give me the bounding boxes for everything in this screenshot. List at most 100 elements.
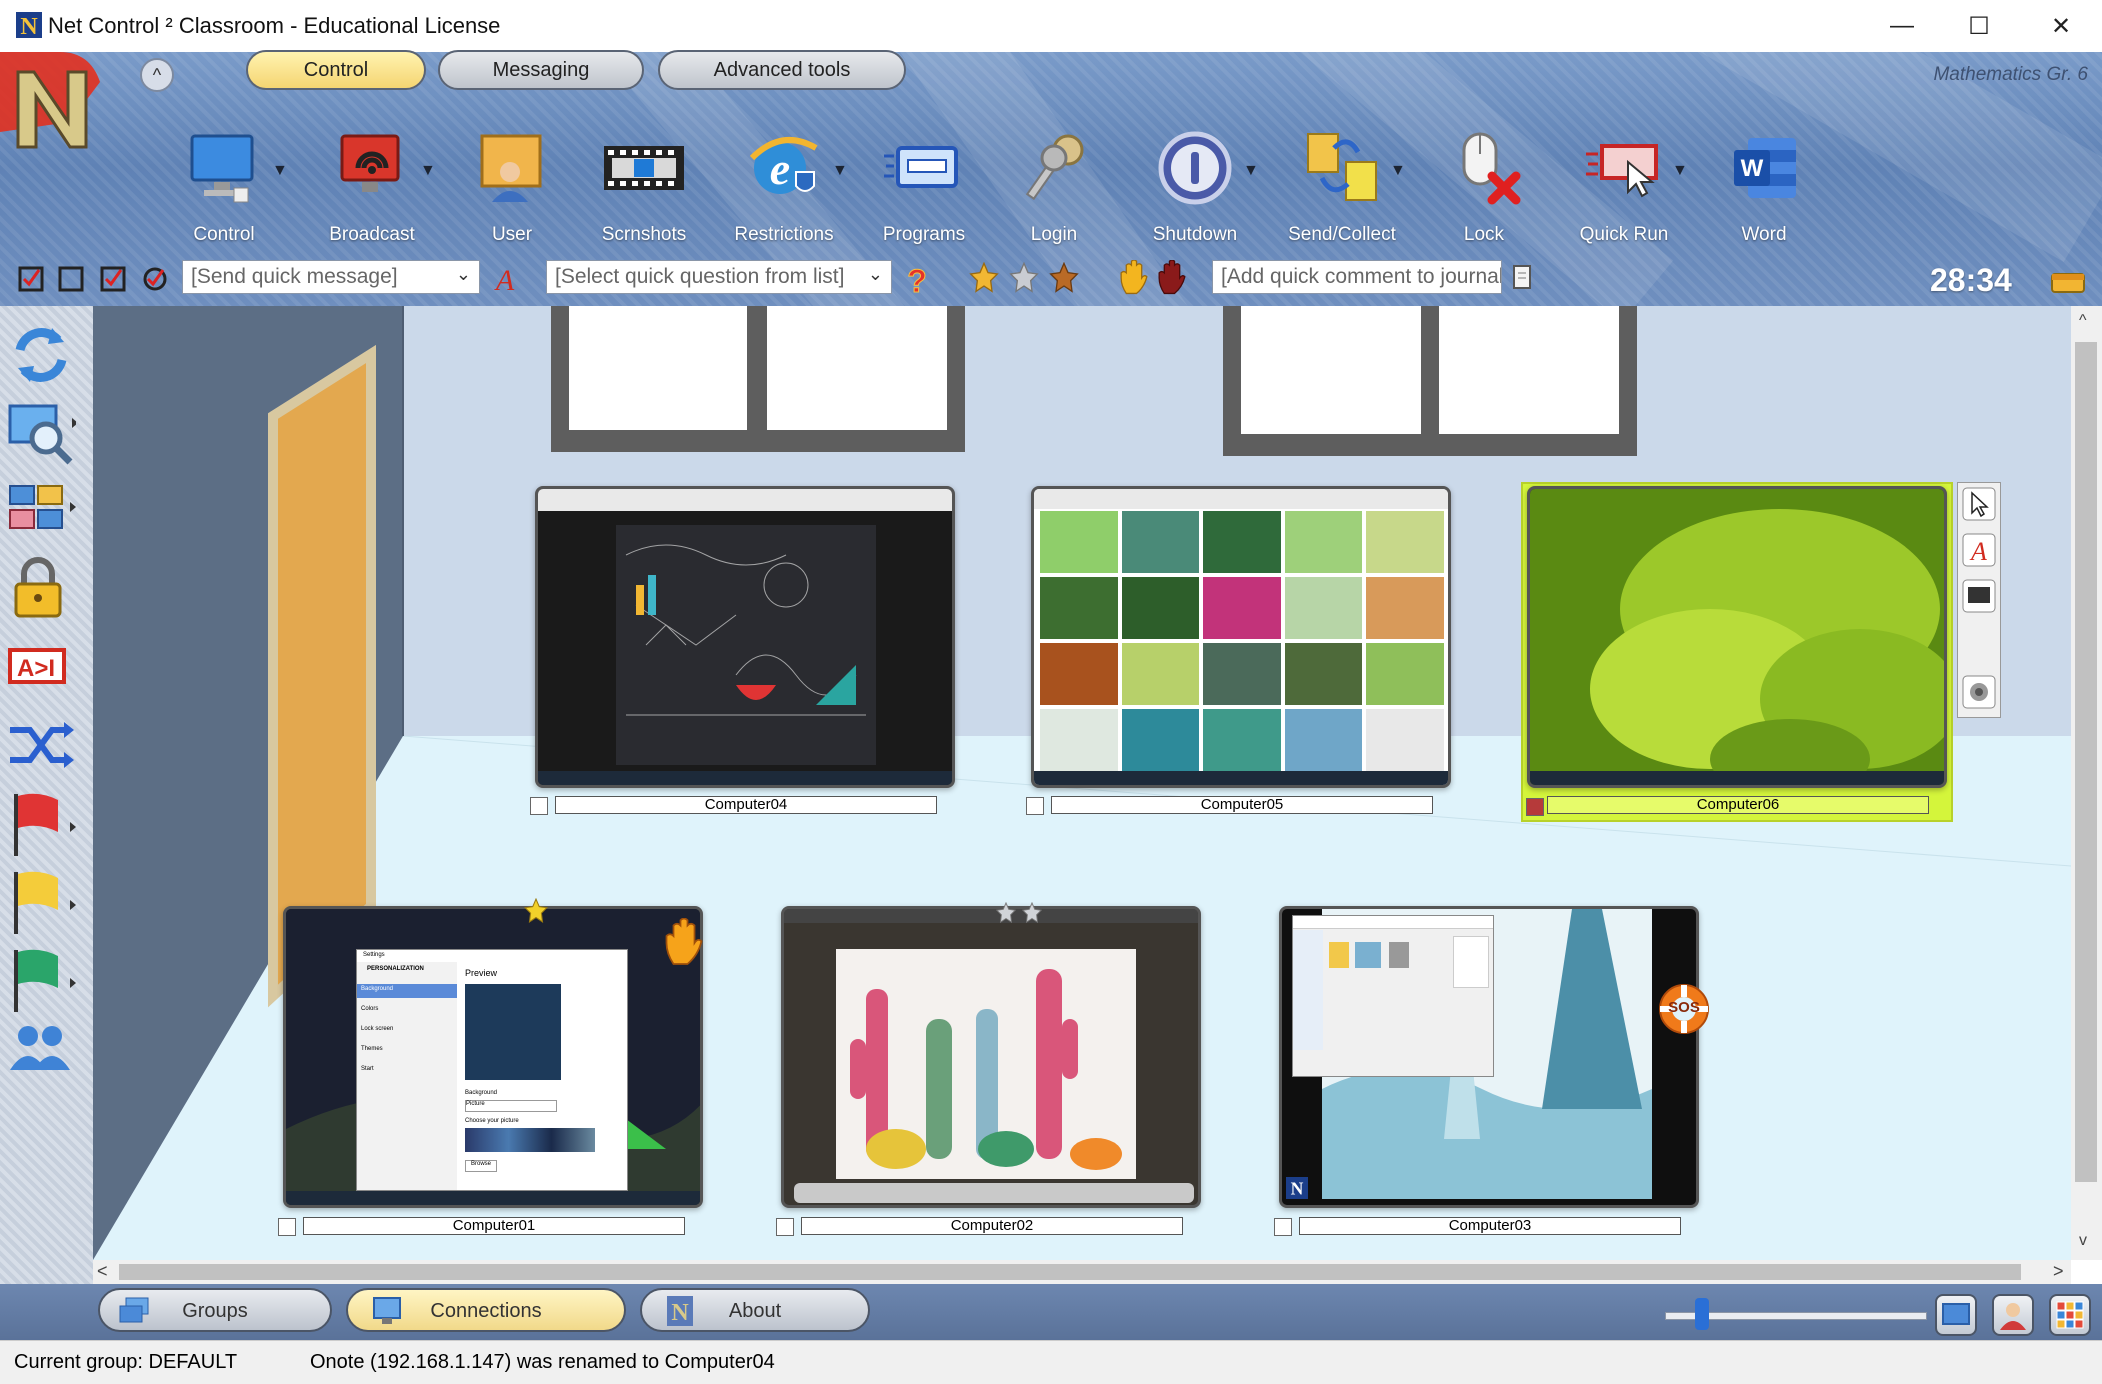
computer06-side-toolbar: A <box>1957 482 2001 718</box>
scroll-down-icon[interactable]: v <box>2079 1232 2087 1250</box>
control-tool-button[interactable]: Control ▼ <box>154 118 294 258</box>
sos-lifebuoy-icon: SOS <box>1657 982 1711 1036</box>
question-mark-icon[interactable]: ? <box>902 262 932 297</box>
programs-tool-button[interactable]: Programs <box>854 118 994 258</box>
user-tool-button[interactable]: User <box>442 118 582 258</box>
horizontal-scroll-thumb[interactable] <box>119 1264 2021 1280</box>
send-collect-tool-button[interactable]: Send/Collect ▼ <box>1272 118 1412 258</box>
control-dropdown-icon[interactable]: ▼ <box>272 162 288 180</box>
cactus-painting-image <box>836 949 1136 1179</box>
select-all-checkbox-icon[interactable] <box>18 266 44 292</box>
scroll-left-icon[interactable]: < <box>97 1261 108 1282</box>
user-view-button[interactable] <box>1992 1294 2034 1336</box>
succulent-wallpaper-image <box>1530 489 1944 785</box>
computer03-name: Computer03 <box>1299 1217 1681 1235</box>
app-logo-icon: N <box>14 10 44 40</box>
broadcast-tool-button[interactable]: Broadcast ▼ <box>302 118 442 258</box>
tab-advanced-tools[interactable]: Advanced tools <box>658 50 906 90</box>
gold-star-icon[interactable] <box>968 262 1000 294</box>
collapse-ribbon-button[interactable]: ^ <box>140 58 174 92</box>
text-annotate-icon[interactable]: A <box>1962 533 1996 567</box>
lower-hand-icon[interactable] <box>1156 260 1188 296</box>
svg-text:A: A <box>1969 537 1987 566</box>
computer01-screen[interactable]: Settings PERSONALIZATION Background Colo… <box>283 906 703 1208</box>
tab-messaging[interactable]: Messaging <box>438 50 644 90</box>
font-style-icon[interactable]: A <box>490 262 520 294</box>
speaker-icon[interactable] <box>1962 675 1996 709</box>
settings-window: Settings PERSONALIZATION Background Colo… <box>356 949 628 1191</box>
quick-message-input[interactable]: [Send quick message] ⌄ <box>182 260 480 294</box>
mouse-lock-icon <box>1462 132 1521 205</box>
svg-text:N: N <box>1291 1179 1304 1199</box>
screenshots-tool-button[interactable]: Scrnshots <box>574 118 714 258</box>
login-tool-button[interactable]: Login <box>984 118 1124 258</box>
word-tool-button[interactable]: W Word <box>1694 118 1834 258</box>
restrictions-tool-button[interactable]: e Restrictions ▼ <box>714 118 854 258</box>
journal-comment-input[interactable]: [Add quick comment to journal] <box>1212 260 1502 294</box>
quick-question-select[interactable]: [Select quick question from list] ⌄ <box>546 260 892 294</box>
journal-notepad-icon[interactable] <box>1512 264 1532 290</box>
yellow-flag-icon[interactable] <box>6 866 76 936</box>
send-collect-dropdown-icon[interactable]: ▼ <box>1390 162 1406 180</box>
padlock-icon[interactable] <box>6 554 76 624</box>
quick-run-tool-button[interactable]: Quick Run ▼ <box>1554 118 1694 258</box>
layout-grid-icon[interactable] <box>6 476 76 546</box>
thumbnail-grid-icon <box>2056 1301 2084 1329</box>
computer04-screen[interactable] <box>535 486 955 788</box>
computer03-checkbox[interactable] <box>1274 1218 1292 1236</box>
monitor-view-button[interactable] <box>1935 1294 1977 1336</box>
computer02-checkbox[interactable] <box>776 1218 794 1236</box>
lock-tool-button[interactable]: Lock <box>1414 118 1554 258</box>
computer02-screen[interactable] <box>781 906 1201 1208</box>
pointer-icon[interactable] <box>1962 487 1996 521</box>
close-button[interactable]: ✕ <box>2028 0 2094 52</box>
zoom-slider-thumb[interactable] <box>1694 1298 1709 1330</box>
users-group-icon[interactable] <box>6 1012 76 1082</box>
nature-image-gallery <box>1040 511 1444 775</box>
restrictions-dropdown-icon[interactable]: ▼ <box>832 162 848 180</box>
computer05-checkbox[interactable] <box>1026 797 1044 815</box>
green-flag-icon[interactable] <box>6 944 76 1014</box>
computer03-screen[interactable]: N <box>1279 906 1699 1208</box>
red-flag-icon[interactable] <box>6 788 76 858</box>
vertical-scroll-thumb[interactable] <box>2075 342 2097 1182</box>
computer06-screen[interactable] <box>1527 486 1947 788</box>
broadcast-dropdown-icon[interactable]: ▼ <box>420 162 436 180</box>
vertical-scrollbar[interactable]: ^ v <box>2071 306 2102 1260</box>
film-strip-icon <box>604 146 684 190</box>
select-none-checkbox-icon[interactable] <box>58 266 84 292</box>
groups-tab[interactable]: Groups <box>98 1288 332 1332</box>
scroll-up-icon[interactable]: ^ <box>2079 312 2087 330</box>
cancel-selection-icon[interactable] <box>142 266 168 292</box>
horizontal-scrollbar[interactable]: < > <box>93 1260 2071 1284</box>
tab-control[interactable]: Control <box>246 50 426 90</box>
raise-hand-icon[interactable] <box>1118 260 1150 296</box>
math-chalkboard-image <box>616 525 876 765</box>
maximize-button[interactable]: ☐ <box>1946 0 2012 52</box>
chevron-down-icon[interactable]: ⌄ <box>456 264 471 285</box>
blank-screen-icon[interactable] <box>1962 579 1996 613</box>
thumbnail-view-button[interactable] <box>2049 1294 2091 1336</box>
monitor-zoom-icon[interactable] <box>6 398 76 468</box>
chevron-down-icon[interactable]: ⌄ <box>868 264 883 285</box>
about-tab[interactable]: N About <box>640 1288 870 1332</box>
silver-star-icon[interactable] <box>1008 262 1040 294</box>
refresh-icon[interactable] <box>6 320 76 390</box>
computer05-screen[interactable] <box>1031 486 1451 788</box>
connections-tab[interactable]: Connections <box>346 1288 626 1332</box>
internet-explorer-shield-icon: e <box>749 137 818 194</box>
computer04-name: Computer04 <box>555 796 937 814</box>
timer-settings-icon[interactable] <box>2050 268 2086 296</box>
computer06-checkbox[interactable] <box>1526 798 1544 816</box>
shuffle-icon[interactable] <box>6 710 76 780</box>
shutdown-dropdown-icon[interactable]: ▼ <box>1243 162 1259 180</box>
shutdown-tool-button[interactable]: Shutdown ▼ <box>1125 118 1265 258</box>
invert-selection-checkbox-icon[interactable] <box>100 266 126 292</box>
text-send-icon[interactable]: A>I <box>6 632 76 702</box>
bronze-star-icon[interactable] <box>1048 262 1080 294</box>
quick-run-icon <box>1586 144 1658 198</box>
computer04-checkbox[interactable] <box>530 797 548 815</box>
scroll-right-icon[interactable]: > <box>2053 1261 2064 1282</box>
quick-run-dropdown-icon[interactable]: ▼ <box>1672 162 1688 180</box>
computer01-checkbox[interactable] <box>278 1218 296 1236</box>
